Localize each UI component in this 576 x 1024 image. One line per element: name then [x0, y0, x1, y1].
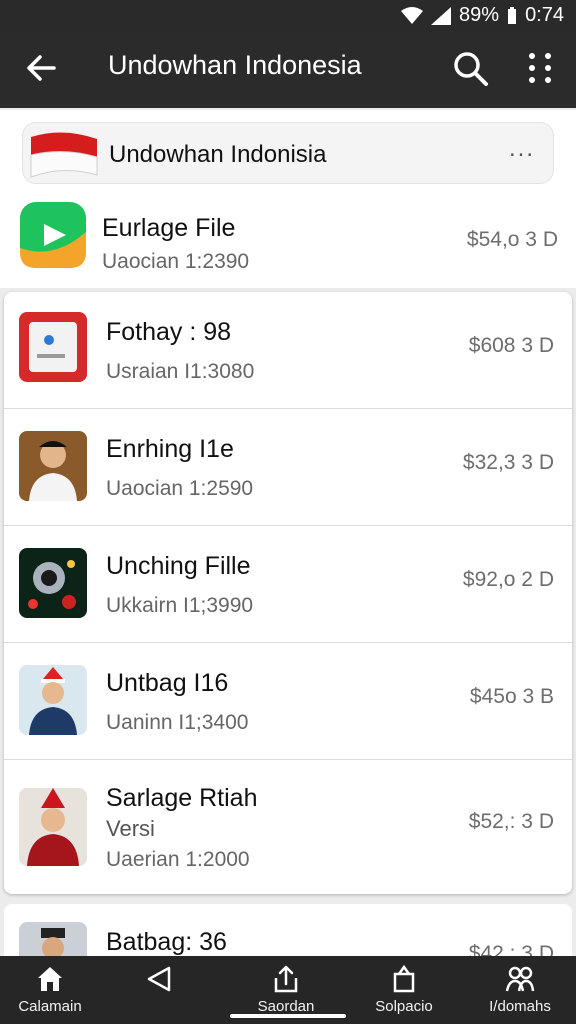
partial-list-item[interactable]: Batbag: 36 $42,: 3 D [4, 904, 572, 956]
file-app-icon [19, 312, 87, 382]
item-version: Uaerian 1:2000 [106, 848, 250, 871]
item-name: Fothay : 98 [106, 318, 232, 346]
item-price: $32,3 3 D [462, 451, 554, 474]
wifi-icon [401, 6, 424, 24]
item-price: $92,o 2 D [462, 568, 554, 591]
item-name: Eurlage File [102, 214, 236, 242]
nav-people[interactable]: I/domahs [470, 964, 570, 1022]
item-name: Untbag I16 [106, 669, 229, 697]
status-bar: 89% 0:74 [0, 0, 576, 30]
item-price: $608 3 D [468, 334, 554, 357]
app-bar: Undowhan Indonesia [0, 30, 576, 108]
file-list: Fothay : 98 Usraian I1:3080 $608 3 D Enr… [4, 292, 572, 894]
page-title: Undowhan Indonesia [108, 50, 362, 80]
item-version: Uaocian 1:2590 [106, 477, 254, 500]
battery-percent: 89% [459, 4, 500, 26]
bag-icon [393, 964, 415, 993]
item-price: $42,: 3 D [468, 942, 554, 956]
list-item[interactable]: Sarlage Rtiah Versi Uaerian 1:2000 $52,:… [4, 760, 572, 894]
clock: 0:74 [525, 4, 564, 26]
item-price: $52,: 3 D [468, 810, 554, 833]
indonesia-flag-icon [30, 132, 98, 178]
top-section: Undowhan Indonisia ... Eurlage File Uaoc… [0, 110, 576, 288]
signal-icon [431, 6, 452, 25]
status-icons: 89% 0:74 [401, 4, 564, 27]
people-icon [505, 966, 535, 992]
back-triangle-icon [147, 966, 171, 992]
list-item[interactable]: Enrhing I1e Uaocian 1:2590 $32,3 3 D [4, 409, 572, 526]
item-version: Uaocian 1:2390 [102, 250, 250, 273]
play-app-icon [20, 202, 86, 268]
item-name: Sarlage Rtiah [106, 784, 258, 812]
nav-bag[interactable]: Solpacio [354, 964, 454, 1022]
back-arrow-icon[interactable] [24, 50, 60, 86]
battery-icon [508, 6, 517, 24]
nav-home[interactable]: Calamain [0, 964, 100, 1022]
nav-label: Calamain [18, 998, 82, 1015]
banner-more-icon[interactable]: ... [509, 135, 535, 163]
item-price: $54,o 3 D [466, 228, 558, 251]
search-icon[interactable] [450, 48, 490, 88]
avatar-red-hat-icon [19, 788, 87, 866]
list-item[interactable]: Fothay : 98 Usraian I1:3080 $608 3 D [4, 292, 572, 409]
nav-label: Saordan [257, 998, 315, 1015]
item-version: Uaninn I1;3400 [106, 711, 249, 734]
avatar-santa-hat-icon [19, 665, 87, 735]
camera-lights-icon [19, 548, 87, 618]
banner-title: Undowhan Indonisia [109, 141, 327, 168]
overflow-menu-icon[interactable] [522, 48, 558, 88]
avatar-cap-icon [19, 922, 87, 956]
share-icon [274, 965, 298, 993]
list-item[interactable]: Untbag I16 Uaninn I1;3400 $45o 3 B [4, 643, 572, 760]
item-name: Enrhing I1e [106, 435, 234, 463]
nav-back[interactable] [110, 964, 210, 1022]
item-version: Usraian I1:3080 [106, 360, 255, 383]
item-version: Ukkairn I1;3990 [106, 594, 254, 617]
bottom-navigation: Calamain Saordan Solpacio I/domahs [0, 956, 576, 1024]
item-version-label: Versi [106, 816, 155, 841]
gesture-bar[interactable] [230, 1014, 346, 1018]
nav-label: Solpacio [375, 998, 433, 1015]
home-icon [38, 967, 62, 991]
item-name: Unching Fille [106, 552, 251, 580]
country-banner[interactable]: Undowhan Indonisia ... [22, 122, 554, 184]
list-item[interactable]: Unching Fille Ukkairn I1;3990 $92,o 2 D [4, 526, 572, 643]
item-name: Batbag: 36 [106, 928, 227, 956]
avatar-boy-icon [19, 431, 87, 501]
nav-label: I/domahs [489, 998, 551, 1015]
item-price: $45o 3 B [469, 685, 554, 708]
